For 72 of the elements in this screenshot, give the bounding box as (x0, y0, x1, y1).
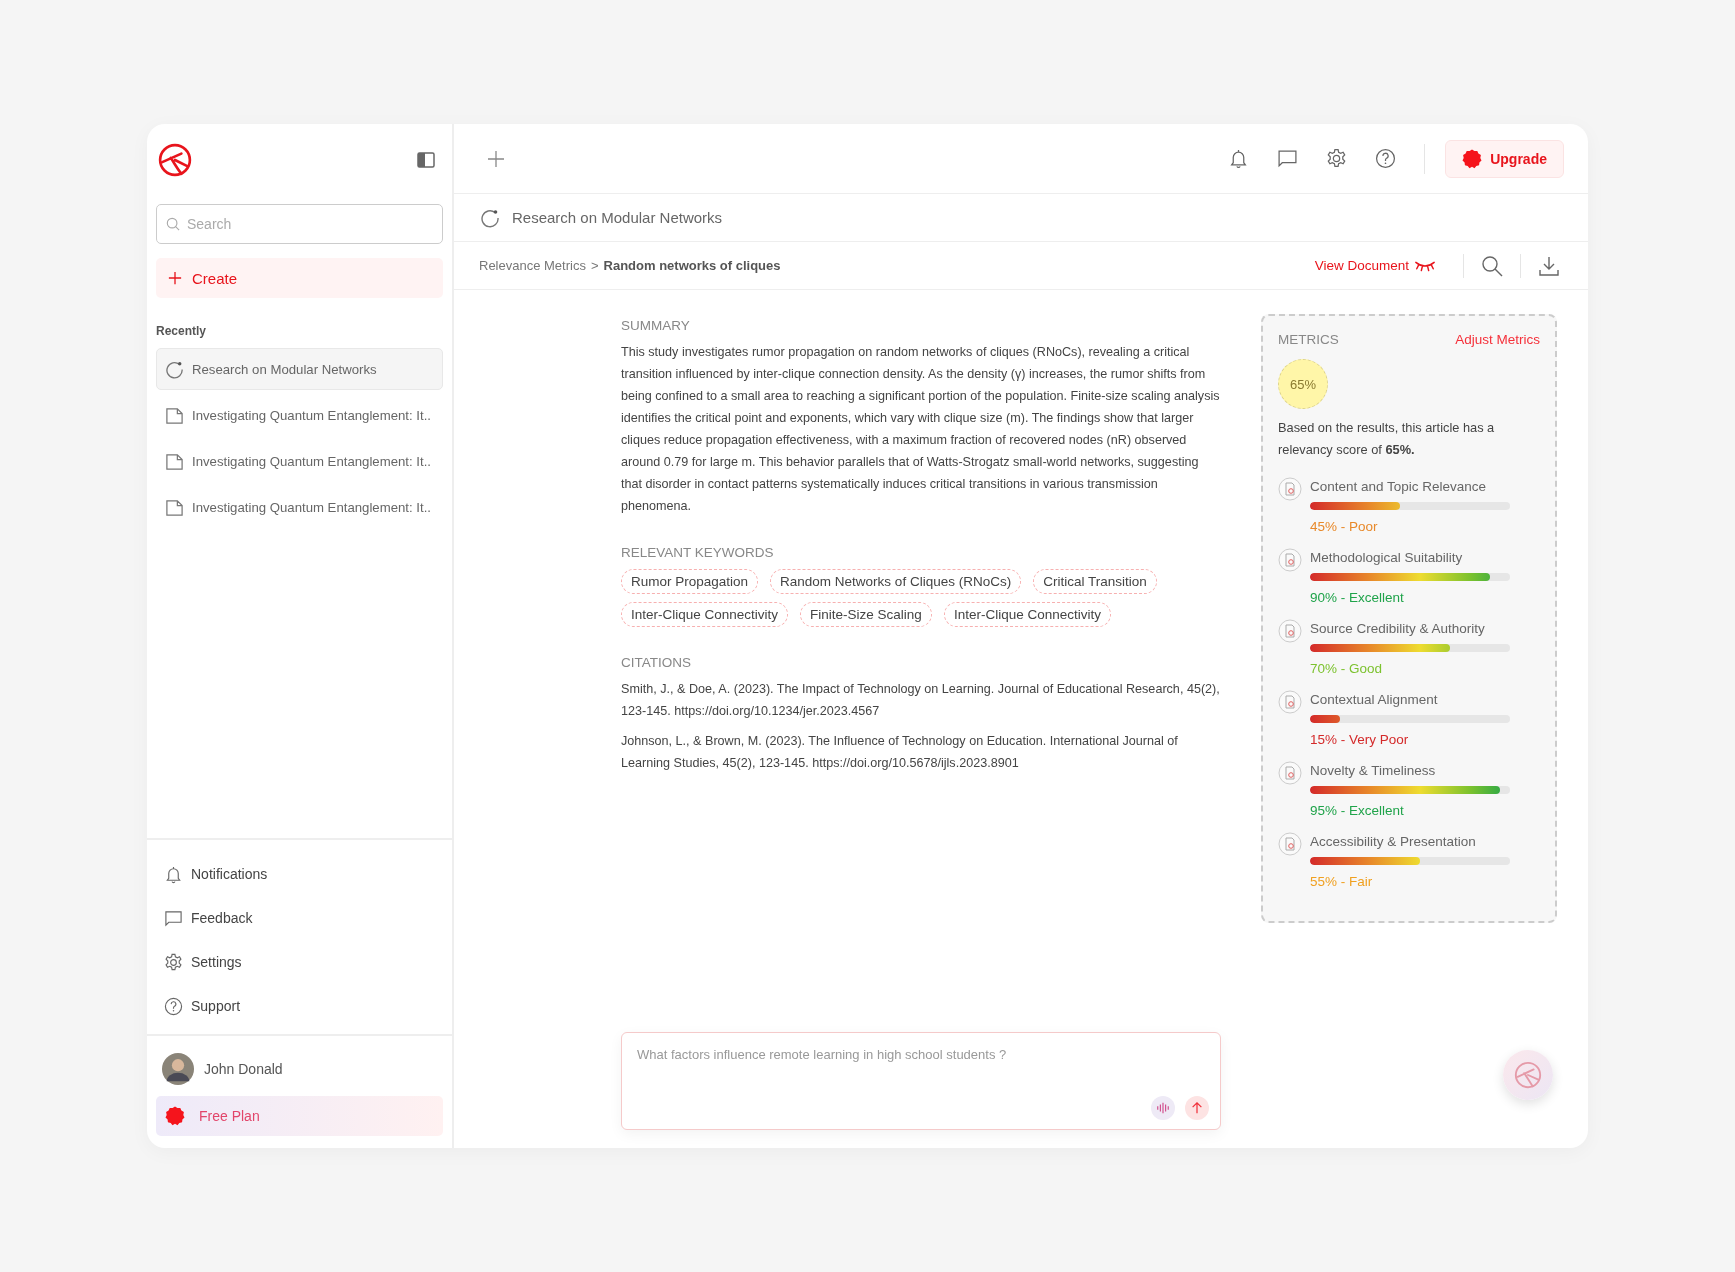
metric-icon (1278, 690, 1302, 714)
section-heading: Recently (156, 324, 208, 338)
section-heading: SUMMARY (621, 318, 691, 333)
waveform-icon (1156, 1101, 1170, 1115)
user-name: John Donald (204, 1061, 283, 1077)
metric-reading: 55% - Fair (1310, 873, 1374, 891)
metric-label: Methodological Suitability (1310, 549, 1464, 567)
metric-icon (1278, 548, 1302, 572)
menu-item[interactable]: Feedback (164, 896, 435, 940)
metric-icon (1278, 761, 1302, 785)
menu-item[interactable]: Support (164, 984, 435, 1028)
summary-text: This study investigates rumor propagation on random networks of cliques (RNoCs), revealing a critical transition influenced by inter-clique connection density. As the density (γ) increases, the rumor shifts from being confined to a small area to reaching a significant portion of the population. Finite-size scaling analysis identifies the critical point and exponents, which vary with clique size (m). The findings show that larger cliques reduce propagation effectiveness, with a maximum fraction of recovered nodes (nR) observed around 0.79 for large m. This behavior parallels that of Watts-Strogatz small-world networks, suggesting that disorder in contact patterns systematically induces critical transitions in various transmission phenomena. (621, 344, 1221, 515)
settings-icon (164, 952, 183, 972)
badge-icon (165, 1106, 185, 1126)
metric-icon (1278, 619, 1302, 643)
chat-input[interactable]: What factors influence remote learning in high school students ? (621, 1032, 1221, 1130)
citation-text: Johnson, L., & Brown, M. (2023). The Influence of Technology on Education. International Journal of Learning Studies, 45(2), 123-145. https://doi.org/10.5678/ijls.2023.8901 (621, 733, 1179, 772)
section-heading: CITATIONS (621, 655, 692, 670)
view-document-link[interactable]: View Document (1314, 258, 1409, 273)
bell-icon (164, 864, 183, 884)
metric-reading: 90% - Excellent (1310, 589, 1405, 607)
citation-text: Smith, J., & Doe, A. (2023). The Impact of Technology on Learning. Journal of Educational Research, 45(2), 123-145. https://doi.org/10.1234/jer.2023.4567 (621, 681, 1221, 720)
metric-reading: 70% - Good (1310, 660, 1384, 678)
section-heading: RELEVANT KEYWORDS (621, 545, 775, 560)
metric-label: Content and Topic Relevance (1310, 478, 1488, 496)
recent-item[interactable]: Investigating Quantum Entanglement: It.. (156, 440, 443, 482)
chat-icon[interactable] (1277, 148, 1299, 169)
plus-icon (168, 271, 182, 285)
loading-icon (480, 207, 500, 228)
sidebar-toggle-icon[interactable] (417, 152, 435, 168)
metric-label: Accessibility & Presentation (1310, 833, 1477, 851)
adjust-metrics-link[interactable]: Adjust Metrics (1455, 332, 1540, 347)
menu-item[interactable]: Notifications (164, 852, 435, 896)
metric-reading: 95% - Excellent (1310, 802, 1405, 820)
metric-reading: 45% - Poor (1310, 518, 1379, 536)
search-icon (166, 217, 180, 231)
recent-item[interactable]: Investigating Quantum Entanglement: It.. (156, 486, 443, 528)
score-statement: Based on the results, this article has a relevancy score of 65%. (1278, 419, 1496, 459)
logo-icon (1513, 1060, 1543, 1090)
document-icon (165, 451, 184, 471)
breadcrumb-current: Random networks of cliques (603, 258, 781, 273)
create-button[interactable]: Create (156, 258, 443, 298)
upgrade-button[interactable]: Upgrade (1445, 139, 1564, 178)
avatar (162, 1053, 194, 1085)
arrow-up-icon (1190, 1101, 1204, 1115)
menu-item[interactable]: Settings (164, 940, 435, 984)
help-icon (164, 996, 183, 1016)
metric-label: Contextual Alignment (1310, 691, 1439, 709)
metric-reading: 15% - Very Poor (1310, 731, 1410, 749)
recent-item[interactable]: Investigating Quantum Entanglement: It.. (156, 394, 443, 436)
document-title: Research on Modular Networks (512, 209, 723, 226)
logo-icon (158, 143, 192, 177)
loading-icon (165, 359, 184, 379)
score-badge: 65% (1278, 359, 1328, 409)
recent-item[interactable]: Research on Modular Networks (156, 348, 443, 390)
metric-icon (1278, 832, 1302, 856)
panel-heading: METRICS (1278, 332, 1339, 347)
settings-icon[interactable] (1326, 148, 1348, 169)
chat-icon (164, 908, 183, 928)
metric-icon (1278, 477, 1302, 501)
document-icon (165, 405, 184, 425)
breadcrumb-link[interactable]: Relevance Metrics (479, 258, 586, 273)
eye-closed-icon[interactable] (1414, 259, 1436, 272)
help-icon[interactable] (1375, 148, 1397, 169)
download-icon[interactable] (1538, 254, 1560, 277)
metric-label: Novelty & Timeliness (1310, 762, 1437, 780)
breadcrumb-separator: > (590, 258, 599, 273)
search-field[interactable]: Search (156, 204, 443, 244)
badge-icon (1462, 148, 1483, 169)
metric-label: Source Credibility & Authority (1310, 620, 1486, 638)
search-icon[interactable] (1481, 254, 1503, 277)
document-icon (165, 497, 184, 517)
